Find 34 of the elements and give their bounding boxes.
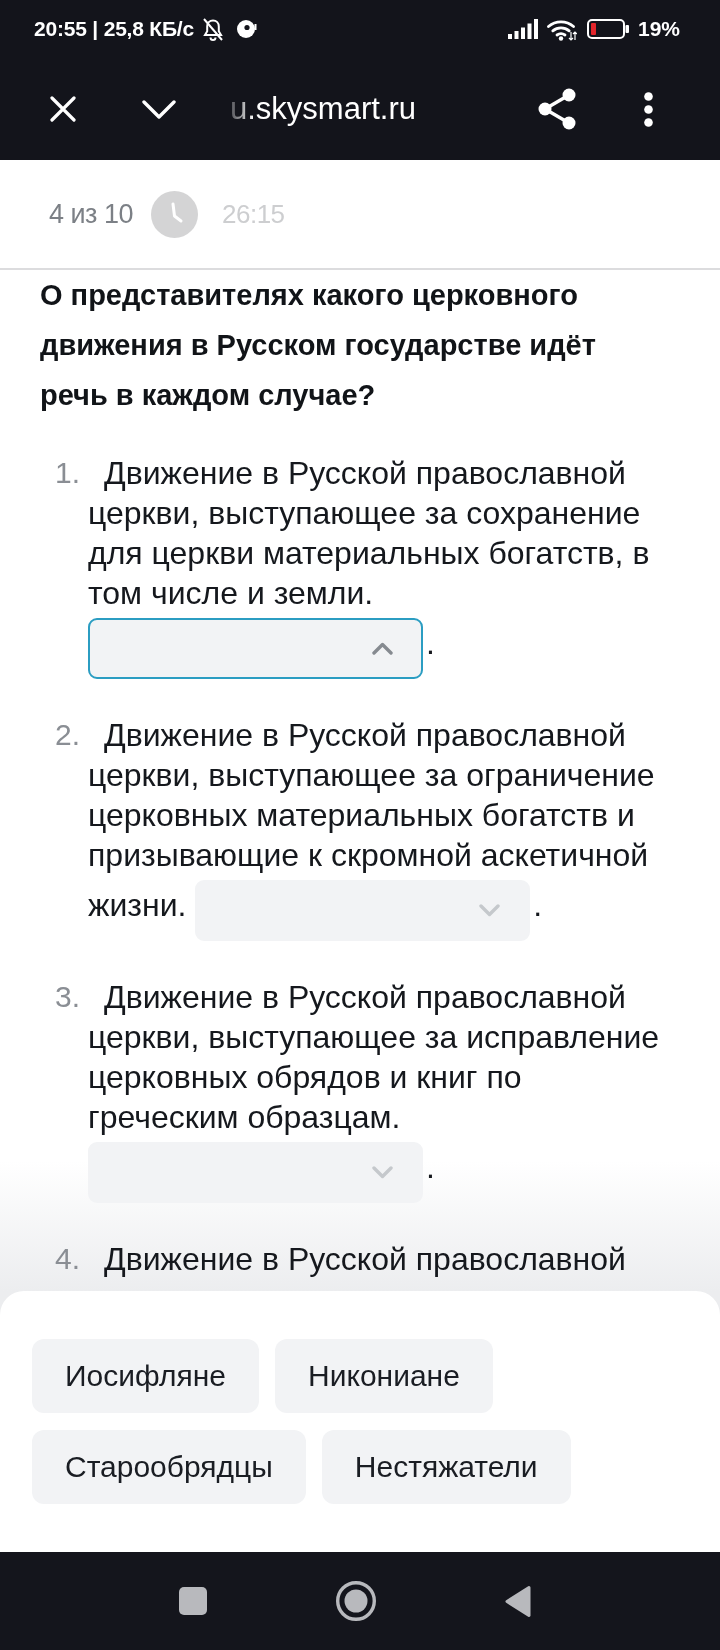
answer-option[interactable]: Старообрядцы	[32, 1430, 306, 1504]
answer-option[interactable]: Никониане	[275, 1339, 493, 1413]
more-icon[interactable]	[644, 91, 653, 127]
item-number: 4.	[53, 1241, 80, 1277]
wifi-icon	[546, 17, 577, 41]
statement-text: Движение в Русской православной церкви, выступающее за ограничение церковных материальных богатств и призывающие к скромной аскетичной жизни. .	[88, 715, 663, 941]
back-icon[interactable]	[504, 1584, 531, 1618]
clock-icon	[151, 190, 198, 238]
circle-icon[interactable]	[336, 1581, 376, 1621]
share-icon[interactable]	[538, 88, 576, 130]
battery-icon	[586, 19, 629, 39]
url-text[interactable]: u.skysmart.ru	[230, 91, 417, 127]
answer-option[interactable]: Иосифляне	[32, 1339, 260, 1413]
chevron-down-icon[interactable]	[142, 99, 176, 119]
statement-text: Движение в Русской православной	[103, 1240, 627, 1279]
square-icon[interactable]	[179, 1587, 207, 1615]
close-icon[interactable]	[50, 96, 76, 122]
chevron-down-icon	[479, 904, 501, 917]
disc-icon	[236, 19, 257, 39]
question-counter: 4 из 10	[49, 198, 133, 230]
battery-percent: 19%	[637, 17, 680, 41]
question-text: О представителях какого церковного движения в Русском государстве идёт речь в каждом случае?	[40, 278, 597, 413]
status-time-text: 20:55 | 25,8 КБ/с	[34, 17, 194, 41]
chevron-down-icon	[372, 1166, 393, 1179]
statement-text: Движение в Русской православной церкви, выступающее за исправление церковных обрядов и книг по греческим образцам. .	[88, 977, 663, 1203]
signal-icon	[507, 19, 538, 39]
item-number: 1.	[53, 455, 80, 491]
answer-option[interactable]: Нестяжатели	[321, 1430, 571, 1504]
item-number: 2.	[53, 717, 80, 753]
answer-dropdown[interactable]	[88, 618, 423, 679]
chevron-up-icon	[372, 642, 393, 655]
statement-text: Движение в Русской православной церкви, выступающее за сохранение для церкви материальных богатств, в том числе и земли. .	[88, 453, 663, 679]
bell-off-icon	[202, 16, 224, 42]
item-number: 3.	[53, 979, 80, 1015]
